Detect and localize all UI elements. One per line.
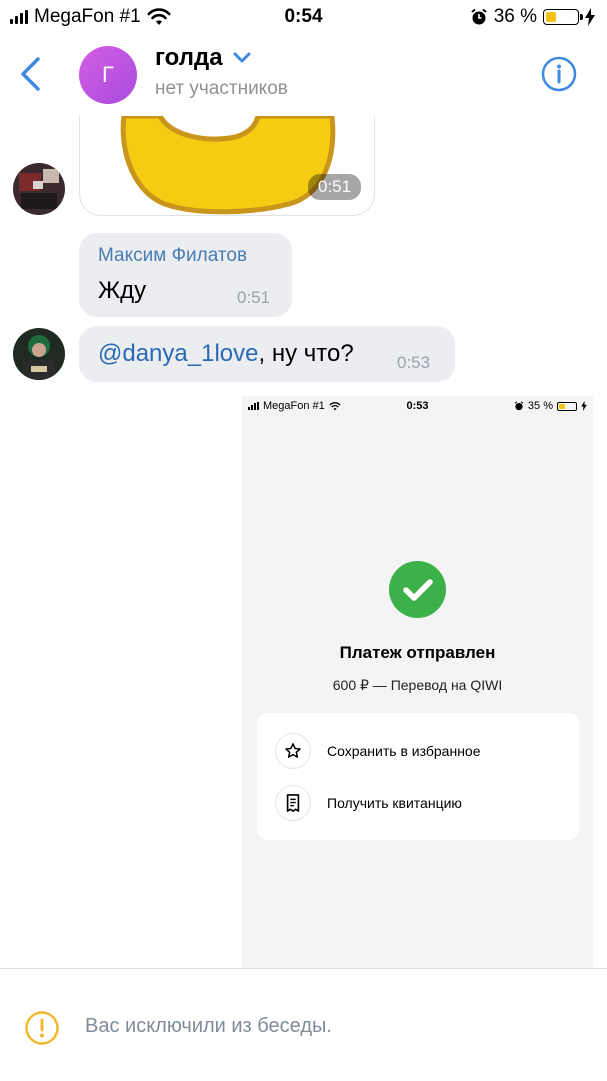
charging-icon [581, 401, 587, 411]
sender-avatar[interactable] [13, 328, 65, 380]
back-arrow-icon[interactable] [18, 56, 44, 92]
action-label: Сохранить в избранное [327, 743, 481, 759]
chevron-down-icon [233, 52, 251, 63]
message-text: @danya_1love, ну что? [98, 340, 354, 368]
receipt-icon [275, 785, 311, 821]
action-row-receipt: Получить квитанцию [275, 785, 565, 821]
actions-card: Сохранить в избранное Получить квитанцию [257, 713, 579, 840]
charging-icon [585, 8, 595, 26]
message-bubble[interactable]: @danya_1love, ну что? 0:53 [79, 326, 455, 382]
screenshot-status-bar: MegaFon #1 0:53 35 % [242, 396, 593, 416]
removed-notice: Вас исключили из беседы. [85, 1015, 332, 1037]
battery-percent: 36 % [493, 6, 537, 27]
alarm-icon [514, 401, 524, 411]
sender-avatar[interactable] [13, 163, 65, 215]
checkmark-icon [389, 561, 446, 618]
message-time: 0:51 [237, 288, 271, 307]
payment-subtitle: 600 ₽ — Перевод на QIWI [332, 677, 503, 693]
sticker-time: 0:51 [308, 174, 362, 200]
sticker-message[interactable]: 0:51 [79, 116, 375, 216]
chat-subtitle: нет участников [155, 78, 288, 99]
battery-icon [543, 9, 583, 25]
composer-area: Вас исключили из беседы. [0, 968, 607, 1081]
message-time: 0:53 [397, 353, 431, 372]
screenshot-battery-percent: 35 % [527, 400, 553, 412]
message-bubble[interactable]: Максим Филатов Жду 0:51 [79, 233, 292, 317]
sender-name[interactable]: Максим Филатов [98, 245, 247, 267]
status-right: 36 % [470, 6, 595, 28]
action-row-favorite: Сохранить в избранное [275, 733, 565, 769]
status-bar: MegaFon #1 0:54 36 % [0, 0, 607, 34]
alarm-icon [471, 8, 487, 25]
chat-header: Г голда нет участников [0, 34, 607, 116]
avatar-photo [13, 328, 65, 380]
payment-title: Платеж отправлен [339, 643, 496, 662]
message-body: , ну что? [258, 340, 354, 367]
info-icon[interactable] [541, 56, 577, 92]
image-attachment[interactable]: MegaFon #1 0:53 35 % Платеж отправлен 60… [242, 396, 593, 970]
screenshot-status-right: 35 % [514, 400, 587, 412]
action-label: Получить квитанцию [327, 795, 462, 811]
chat-title-group[interactable]: голда [155, 44, 251, 72]
avatar-photo [13, 163, 65, 215]
message-text: Жду [98, 277, 147, 304]
warning-icon [25, 1011, 59, 1045]
chat-title: голда [155, 44, 223, 71]
star-icon [275, 733, 311, 769]
sticker-image [120, 116, 336, 215]
mention-link[interactable]: @danya_1love [98, 340, 258, 367]
battery-icon [557, 401, 577, 411]
chat-avatar[interactable]: Г [79, 46, 137, 104]
